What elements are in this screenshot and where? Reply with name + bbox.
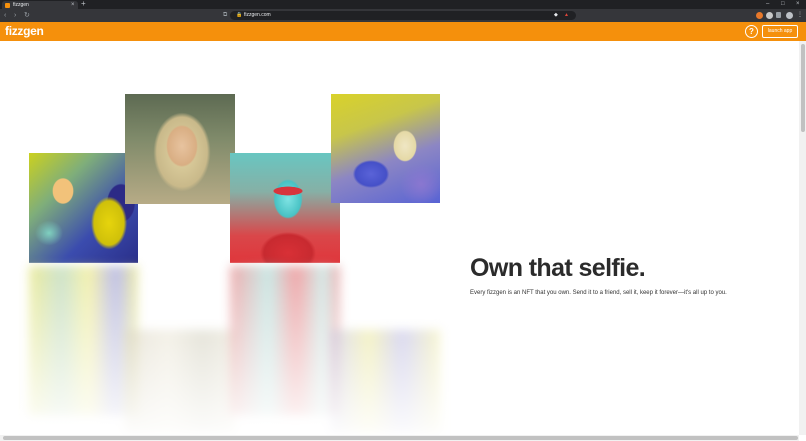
tab-title: fizzgen: [13, 2, 29, 8]
fizzgen-logo[interactable]: fizzgen: [5, 23, 44, 40]
brave-shield-icon[interactable]: ◆: [554, 11, 558, 20]
help-icon[interactable]: ?: [745, 25, 758, 38]
browser-tab[interactable]: fizzgen ×: [2, 1, 78, 9]
extension-icon[interactable]: [766, 12, 773, 19]
forward-icon[interactable]: ›: [14, 11, 16, 20]
fizzgen-favicon-icon: [5, 3, 10, 8]
brave-rewards-icon[interactable]: ▲: [564, 11, 569, 20]
extension-icon[interactable]: [756, 12, 763, 19]
photo-child-with-toy: [29, 153, 138, 263]
back-icon[interactable]: ‹: [4, 11, 6, 20]
horizontal-scrollbar-thumb[interactable]: [3, 436, 798, 440]
maximize-icon[interactable]: □: [781, 0, 785, 9]
close-window-icon[interactable]: ×: [796, 0, 800, 9]
browser-menu-icon[interactable]: ⋮: [797, 11, 803, 20]
url-text: fizzgen.com: [244, 12, 271, 18]
photo-girl-portrait: [125, 94, 235, 204]
reflection-fade-overlay: [20, 262, 450, 435]
vertical-scrollbar-thumb[interactable]: [801, 44, 805, 132]
launch-app-button[interactable]: launch app: [762, 25, 798, 38]
new-tab-button[interactable]: +: [81, 0, 86, 9]
photo-dog: [331, 94, 440, 203]
bookmark-page-icon[interactable]: ⧉: [223, 11, 227, 20]
browser-tab-bar: fizzgen × + – □ ×: [0, 0, 806, 9]
reload-icon[interactable]: ↻: [24, 11, 30, 20]
profile-avatar[interactable]: [786, 12, 793, 19]
minimize-icon[interactable]: –: [766, 0, 769, 9]
hero-headline: Own that selfie.: [470, 254, 646, 282]
site-header: fizzgen ? launch app: [0, 22, 806, 41]
lock-icon: 🔒: [236, 12, 243, 18]
extensions-puzzle-icon[interactable]: [776, 12, 781, 18]
browser-toolbar: ‹ › ↻ ⧉ 🔒 fizzgen.com ◆ ▲ ⋮: [0, 9, 806, 23]
address-bar[interactable]: 🔒 fizzgen.com ◆ ▲: [230, 11, 576, 20]
hero-subtext: Every fizzgen is an NFT that you own. Se…: [470, 290, 727, 296]
tab-close-icon[interactable]: ×: [71, 1, 75, 9]
photo-man-red-glasses: [230, 153, 340, 263]
